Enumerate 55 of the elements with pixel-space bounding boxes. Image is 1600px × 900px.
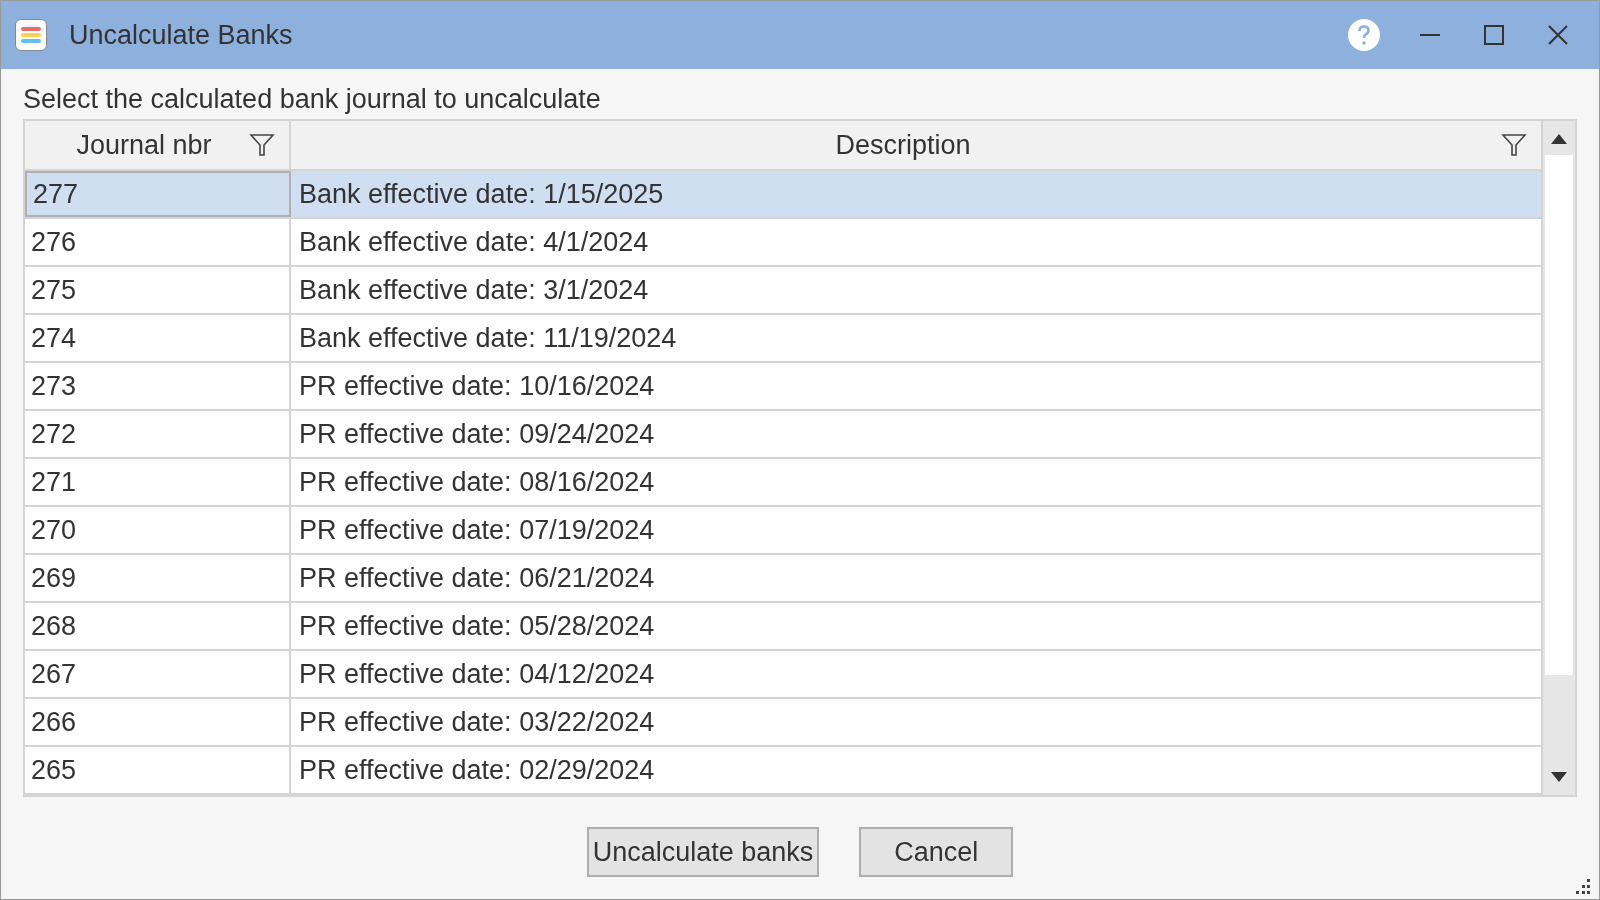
table-cell-text: PR effective date: 07/19/2024 (298, 513, 656, 547)
table-row[interactable]: 272 PR effective date: 09/24/2024 (25, 411, 1541, 459)
instruction-text: Select the calculated bank journal to uncalculate (23, 83, 602, 116)
table-cell-text: Bank effective date: 11/19/2024 (298, 321, 678, 355)
table-cell: 270 (25, 507, 291, 553)
table-row[interactable]: 276 Bank effective date: 4/1/2024 (25, 219, 1541, 267)
uncalculate-button[interactable]: Uncalculate banks (586, 827, 820, 877)
table-cell-text: Bank effective date: 1/15/2025 (298, 177, 665, 211)
table-cell-text: PR effective date: 03/22/2024 (298, 705, 656, 739)
table-cell: 269 (25, 555, 291, 601)
table-cell: 271 (25, 459, 291, 505)
column-header[interactable]: Description (291, 121, 1541, 169)
table-row[interactable]: 277 Bank effective date: 1/15/2025 (25, 171, 1541, 219)
table-row[interactable]: 273 PR effective date: 10/16/2024 (25, 363, 1541, 411)
table-row[interactable]: 265 PR effective date: 02/29/2024 (25, 747, 1541, 795)
scrollbar[interactable] (1541, 121, 1575, 795)
table-row[interactable]: 266 PR effective date: 03/22/2024 (25, 699, 1541, 747)
window-title: Uncalculate Banks (69, 18, 293, 52)
table-cell-text: PR effective date: 02/29/2024 (298, 753, 656, 787)
table-row[interactable]: 270 PR effective date: 07/19/2024 (25, 507, 1541, 555)
table-row[interactable]: 274 Bank effective date: 11/19/2024 (25, 315, 1541, 363)
close-icon[interactable] (1547, 24, 1569, 46)
resize-grip-icon[interactable] (1575, 879, 1591, 895)
scroll-down-icon[interactable] (1550, 771, 1568, 783)
table-cell-text: PR effective date: 05/28/2024 (298, 609, 656, 643)
table-row[interactable]: 267 PR effective date: 04/12/2024 (25, 651, 1541, 699)
table-cell-text: PR effective date: 08/16/2024 (298, 465, 656, 499)
table-cell: 275 (25, 267, 291, 313)
table-cell-text: PR effective date: 09/24/2024 (298, 417, 656, 451)
cancel-button[interactable]: Cancel (859, 827, 1014, 877)
table-cell: 268 (25, 603, 291, 649)
column-header[interactable]: Journal nbr (25, 121, 291, 169)
table-cell: 267 (25, 651, 291, 697)
table-row[interactable]: 269 PR effective date: 06/21/2024 (25, 555, 1541, 603)
table-row[interactable]: 271 PR effective date: 08/16/2024 (25, 459, 1541, 507)
filter-icon[interactable] (1501, 132, 1527, 158)
table-cell-text: PR effective date: 10/16/2024 (298, 369, 656, 403)
table-cell: 274 (25, 315, 291, 361)
table-cell: 266 (25, 699, 291, 745)
table-cell: 276 (25, 219, 291, 265)
table-cell-text: PR effective date: 06/21/2024 (298, 561, 656, 595)
maximize-icon[interactable] (1483, 24, 1505, 46)
table-cell-text: Bank effective date: 3/1/2024 (298, 273, 650, 307)
scrollbar-thumb[interactable] (1545, 155, 1573, 675)
table-cell: 272 (25, 411, 291, 457)
table-cell-text: PR effective date: 04/12/2024 (298, 657, 656, 691)
table-row[interactable]: 275 Bank effective date: 3/1/2024 (25, 267, 1541, 315)
table-cell: 265 (25, 747, 291, 793)
table-cell-text: Bank effective date: 4/1/2024 (298, 225, 650, 259)
table-cell: 273 (25, 363, 291, 409)
table-cell: 277 (25, 171, 291, 217)
table-row[interactable]: 268 PR effective date: 05/28/2024 (25, 603, 1541, 651)
filter-icon[interactable] (249, 132, 275, 158)
scroll-up-icon[interactable] (1550, 133, 1568, 145)
app-icon (15, 19, 47, 51)
